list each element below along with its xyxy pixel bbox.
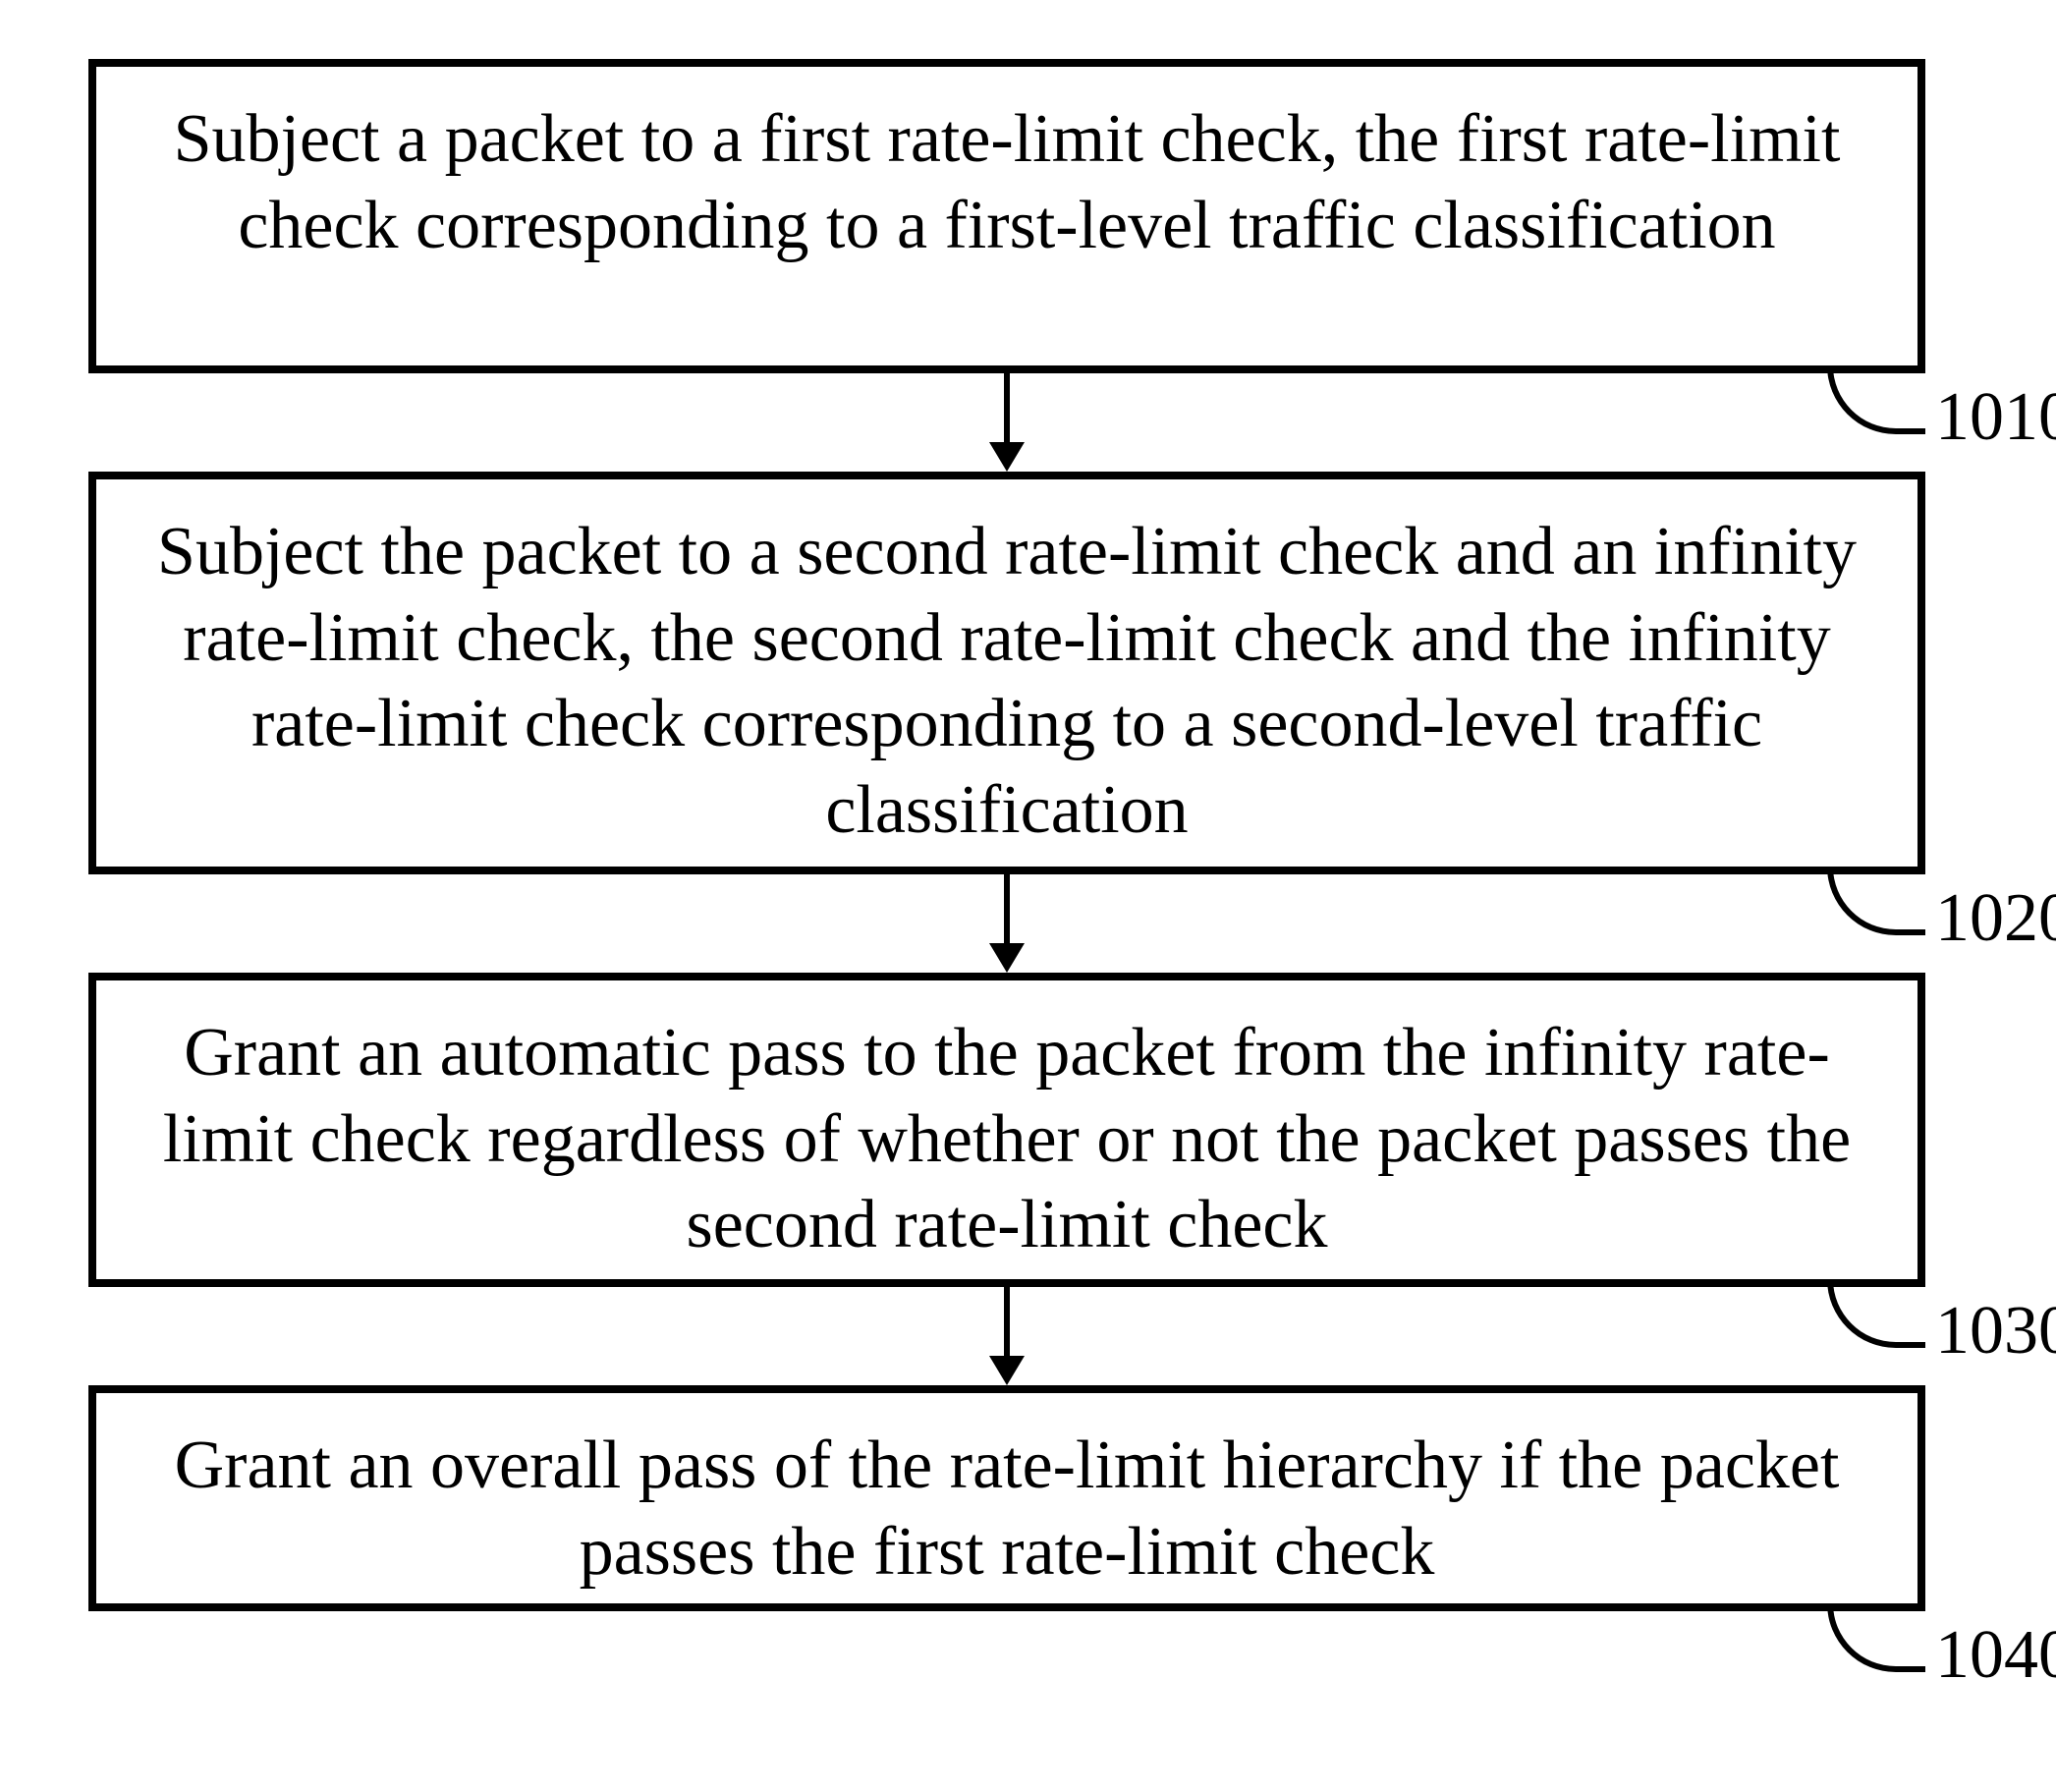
arrow-1020-1030-shaft	[1004, 874, 1010, 943]
step-1030: Grant an automatic pass to the packet fr…	[88, 973, 1925, 1287]
label-1030: 1030	[1935, 1297, 2056, 1366]
hook-1040	[1827, 1603, 1925, 1672]
label-1010: 1010	[1935, 383, 2056, 452]
arrow-1010-1020-shaft	[1004, 373, 1010, 442]
step-1030-text: Grant an automatic pass to the packet fr…	[163, 1015, 1851, 1262]
label-1020: 1020	[1935, 884, 2056, 953]
hook-1030	[1827, 1279, 1925, 1348]
step-1010: Subject a packet to a first rate-limit c…	[88, 59, 1925, 373]
label-1040: 1040	[1935, 1621, 2056, 1690]
step-1040-text: Grant an overall pass of the rate-limit …	[175, 1428, 1840, 1590]
arrow-1020-1030-head	[989, 943, 1025, 973]
flowchart: Subject a packet to a first rate-limit c…	[0, 0, 2056, 1792]
step-1020-text: Subject the packet to a second rate-limi…	[157, 514, 1857, 848]
step-1020: Subject the packet to a second rate-limi…	[88, 472, 1925, 874]
hook-1020	[1827, 867, 1925, 935]
arrow-1030-1040-head	[989, 1356, 1025, 1385]
hook-1010	[1827, 365, 1925, 434]
arrow-1010-1020-head	[989, 442, 1025, 472]
arrow-1030-1040-shaft	[1004, 1287, 1010, 1356]
step-1040: Grant an overall pass of the rate-limit …	[88, 1385, 1925, 1611]
step-1010-text: Subject a packet to a first rate-limit c…	[174, 101, 1841, 263]
